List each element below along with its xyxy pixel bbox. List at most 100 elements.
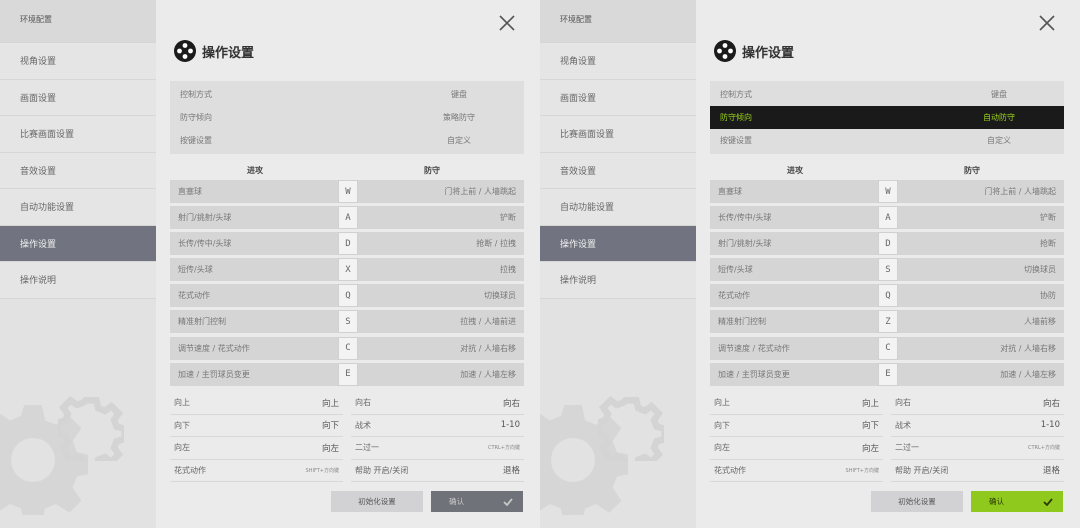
sidebar-item[interactable]: 自动功能设置: [540, 189, 696, 226]
sidebar-menu: 环境配置 视角设置 画面设置 比赛画面设置 音效设置 自动功能设置 操作设置 操作说明: [540, 0, 696, 299]
direction-binding-row[interactable]: 花式动作 SHIFT+方向键: [170, 460, 343, 482]
setting-value: 自定义: [447, 136, 471, 145]
key-binding-row[interactable]: 加速 / 主罚球员变更 E 加速 / 人墙左移: [710, 362, 1064, 386]
confirm-button[interactable]: 确认: [431, 491, 523, 512]
direction-binding-row[interactable]: 向上 向上: [170, 392, 343, 415]
direction-binding-row[interactable]: 向左 向左: [710, 437, 883, 460]
key-cap[interactable]: S: [878, 258, 898, 282]
direction-binding-row[interactable]: 战术 1-10: [891, 415, 1064, 437]
direction-binding-row[interactable]: 二过一 CTRL+方向键: [891, 437, 1064, 460]
key-binding-row[interactable]: 射门/挑射/头球 A 铲断: [170, 206, 524, 230]
key-binding-row[interactable]: 调节速度 / 花式动作 C 对抗 / 人墙右移: [710, 336, 1064, 360]
defend-column-header: 防守: [964, 166, 980, 175]
setting-row[interactable]: 控制方式 键盘: [176, 83, 518, 106]
direction-label: 帮助 开启/关闭: [355, 465, 409, 475]
key-cap[interactable]: Q: [338, 284, 358, 308]
key-cap[interactable]: C: [878, 336, 898, 360]
setting-row[interactable]: 控制方式 键盘: [716, 83, 1058, 106]
sidebar-item[interactable]: 操作设置: [540, 225, 696, 262]
key-binding-row[interactable]: 花式动作 Q 协防: [710, 284, 1064, 308]
setting-value: 策略防守: [443, 113, 475, 122]
reset-settings-button[interactable]: 初始化设置: [871, 491, 963, 512]
sidebar-item[interactable]: 自动功能设置: [0, 189, 156, 226]
sidebar-item-label: 比赛画面设置: [560, 130, 615, 141]
setting-row[interactable]: 按键设置 自定义: [176, 129, 518, 152]
key-binding-row[interactable]: 直塞球 W 门将上前 / 人墙跳起: [710, 180, 1064, 203]
main-panel: 操作设置 控制方式 键盘 防守倾向 策略防守 按键设置 自定义 进攻 防守 直塞球 W 门将上…: [156, 0, 540, 528]
sidebar-item[interactable]: 视角设置: [540, 43, 696, 80]
key-binding-row[interactable]: 长传/传中/头球 D 抢断 / 拉拽: [170, 232, 524, 256]
sidebar-item[interactable]: 操作说明: [0, 262, 156, 299]
check-icon: [503, 497, 513, 506]
setting-row[interactable]: 按键设置 自定义: [716, 129, 1058, 152]
direction-value: 1-10: [500, 420, 520, 431]
key-binding-row[interactable]: 花式动作 Q 切换球员: [170, 284, 524, 308]
defend-action: 门将上前 / 人墙跳起: [358, 180, 524, 203]
direction-binding-row[interactable]: 向下 向下: [710, 415, 883, 437]
setting-row[interactable]: 防守倾向 策略防守: [176, 106, 518, 129]
key-cap[interactable]: D: [878, 232, 898, 256]
close-icon[interactable]: [498, 14, 516, 32]
direction-label: 向左: [174, 443, 190, 453]
key-cap[interactable]: E: [878, 362, 898, 386]
direction-binding-row[interactable]: 帮助 开启/关闭 退格: [351, 460, 524, 482]
key-cap[interactable]: X: [338, 258, 358, 282]
key-binding-row[interactable]: 长传/传中/头球 A 铲断: [710, 206, 1064, 230]
key-cap[interactable]: Z: [878, 310, 898, 334]
direction-label: 花式动作: [714, 465, 746, 475]
key-cap[interactable]: D: [338, 232, 358, 256]
sidebar-item[interactable]: 操作说明: [540, 262, 696, 299]
attack-action: 短传/头球: [710, 258, 878, 282]
close-icon[interactable]: [1038, 14, 1056, 32]
direction-value: 向右: [502, 398, 520, 409]
key-binding-row[interactable]: 射门/挑射/头球 D 抢断: [710, 232, 1064, 256]
key-cap[interactable]: S: [338, 310, 358, 334]
sidebar-item[interactable]: 音效设置: [540, 152, 696, 189]
direction-value: 向下: [321, 421, 339, 432]
direction-binding-row[interactable]: 向上 向上: [710, 392, 883, 415]
defend-action: 铲断: [898, 206, 1064, 230]
key-cap[interactable]: Q: [878, 284, 898, 308]
sidebar-item[interactable]: 画面设置: [0, 79, 156, 116]
setting-value: 键盘: [991, 90, 1007, 99]
key-binding-row[interactable]: 短传/头球 S 切换球员: [710, 258, 1064, 282]
direction-binding-row[interactable]: 向右 向右: [891, 392, 1064, 415]
direction-binding-row[interactable]: 向左 向左: [170, 437, 343, 460]
sidebar-item[interactable]: 比赛画面设置: [540, 116, 696, 153]
setting-row[interactable]: 防守倾向 自动防守: [710, 106, 1064, 129]
confirm-button[interactable]: 确认: [971, 491, 1063, 512]
direction-binding-row[interactable]: 战术 1-10: [351, 415, 524, 437]
direction-binding-row[interactable]: 二过一 CTRL+方向键: [351, 437, 524, 460]
setting-label: 控制方式: [720, 90, 752, 99]
direction-value: 向右: [1042, 398, 1060, 409]
reset-settings-button[interactable]: 初始化设置: [331, 491, 423, 512]
settings-screen-left: 环境配置 视角设置 画面设置 比赛画面设置 音效设置 自动功能设置 操作设置 操作说明 操作…: [0, 0, 540, 528]
key-binding-row[interactable]: 短传/头球 X 拉拽: [170, 258, 524, 282]
key-cap[interactable]: A: [878, 206, 898, 230]
key-cap[interactable]: W: [878, 180, 898, 203]
direction-label: 向右: [355, 398, 371, 408]
direction-binding-row[interactable]: 向下 向下: [170, 415, 343, 437]
key-binding-row[interactable]: 加速 / 主罚球员变更 E 加速 / 人墙左移: [170, 362, 524, 386]
sidebar-item[interactable]: 比赛画面设置: [0, 116, 156, 153]
key-binding-row[interactable]: 精准射门控制 Z 人墙前移: [710, 310, 1064, 334]
sidebar-item[interactable]: 音效设置: [0, 152, 156, 189]
direction-bindings: 向上 向上 向下 向下 向左 向左 花式动作 SHIFT+方向键 向右 向右 战术 1-10 二过一 C…: [710, 392, 1064, 482]
direction-binding-row[interactable]: 花式动作 SHIFT+方向键: [710, 460, 883, 482]
sidebar-item[interactable]: 操作设置: [0, 225, 156, 262]
key-binding-row[interactable]: 精准射门控制 S 拉拽 / 人墙前进: [170, 310, 524, 334]
defend-action: 抢断 / 拉拽: [358, 232, 524, 256]
direction-column-left: 向上 向上 向下 向下 向左 向左 花式动作 SHIFT+方向键: [710, 392, 883, 482]
key-cap[interactable]: C: [338, 336, 358, 360]
sidebar: 环境配置 视角设置 画面设置 比赛画面设置 音效设置 自动功能设置 操作设置 操作说明: [540, 0, 696, 528]
key-cap[interactable]: W: [338, 180, 358, 203]
key-cap[interactable]: A: [338, 206, 358, 230]
direction-binding-row[interactable]: 向右 向右: [351, 392, 524, 415]
key-cap[interactable]: E: [338, 362, 358, 386]
sidebar-item[interactable]: 视角设置: [0, 43, 156, 80]
direction-binding-row[interactable]: 帮助 开启/关闭 退格: [891, 460, 1064, 482]
sidebar-item[interactable]: 画面设置: [540, 79, 696, 116]
key-binding-row[interactable]: 调节速度 / 花式动作 C 对抗 / 人墙右移: [170, 336, 524, 360]
key-binding-row[interactable]: 直塞球 W 门将上前 / 人墙跳起: [170, 180, 524, 203]
direction-value: 向左: [321, 443, 339, 454]
